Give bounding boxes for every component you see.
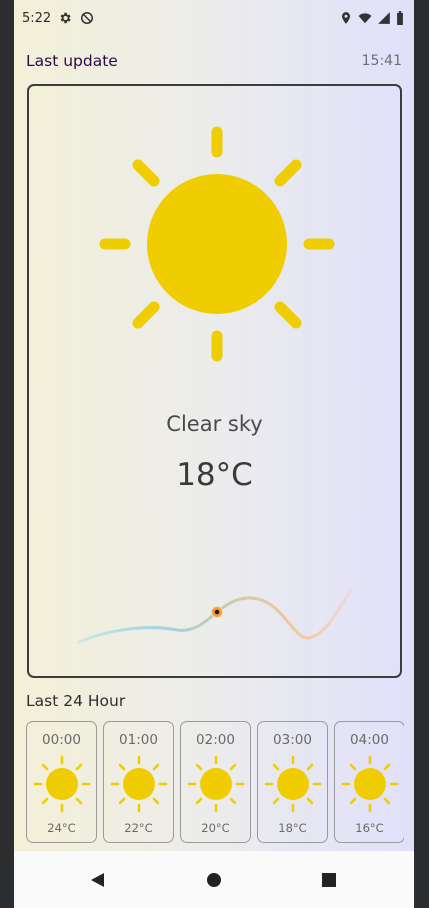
hour-time: 04:00 xyxy=(350,732,389,748)
hour-card[interactable]: 02:00 20°C xyxy=(180,721,251,843)
sun-icon xyxy=(33,755,91,813)
hour-time: 01:00 xyxy=(119,732,158,748)
home-icon[interactable] xyxy=(199,865,229,895)
hour-temperature: 24°C xyxy=(47,821,76,835)
hour-temperature: 22°C xyxy=(124,821,153,835)
back-icon[interactable] xyxy=(83,865,113,895)
temperature-curve xyxy=(77,588,353,644)
hour-temperature: 16°C xyxy=(355,821,384,835)
hour-card[interactable]: 01:00 22°C xyxy=(103,721,174,843)
do-not-disturb-icon xyxy=(80,11,94,25)
hour-card[interactable]: 04:00 16°C xyxy=(334,721,404,843)
hour-card[interactable]: 00:00 24°C xyxy=(26,721,97,843)
status-time: 5:22 xyxy=(22,11,52,26)
hour-time: 02:00 xyxy=(196,732,235,748)
hour-card[interactable]: 03:00 18°C xyxy=(257,721,328,843)
hour-time: 03:00 xyxy=(273,732,312,748)
hour-temperature: 20°C xyxy=(201,821,230,835)
weather-condition: Clear sky xyxy=(166,412,263,436)
last-update-time: 15:41 xyxy=(361,53,402,69)
location-icon xyxy=(341,12,351,24)
sun-icon xyxy=(99,126,335,362)
hourly-forecast-list[interactable]: 00:00 24°C 01:00 22°C 02:00 20°C 03:00 1… xyxy=(26,721,404,843)
hour-time: 00:00 xyxy=(42,732,81,748)
last-update-label: Last update xyxy=(26,52,118,70)
sun-icon xyxy=(341,755,399,813)
signal-icon xyxy=(378,12,390,24)
hourly-section-title: Last 24 Hour xyxy=(26,692,126,710)
sun-icon xyxy=(110,755,168,813)
current-weather-card: Clear sky 18°C xyxy=(27,84,402,678)
status-bar: 5:22 xyxy=(14,0,414,36)
current-temperature: 18°C xyxy=(176,457,253,493)
battery-icon xyxy=(397,11,403,25)
sun-icon xyxy=(187,755,245,813)
navigation-bar xyxy=(14,851,414,908)
sun-icon xyxy=(264,755,322,813)
weather-screen: 5:22 Last update 15:41 Clear sky 18°C La… xyxy=(14,0,414,908)
wifi-icon xyxy=(358,13,372,24)
settings-icon xyxy=(60,12,71,24)
recents-icon[interactable] xyxy=(314,865,344,895)
hour-temperature: 18°C xyxy=(278,821,307,835)
